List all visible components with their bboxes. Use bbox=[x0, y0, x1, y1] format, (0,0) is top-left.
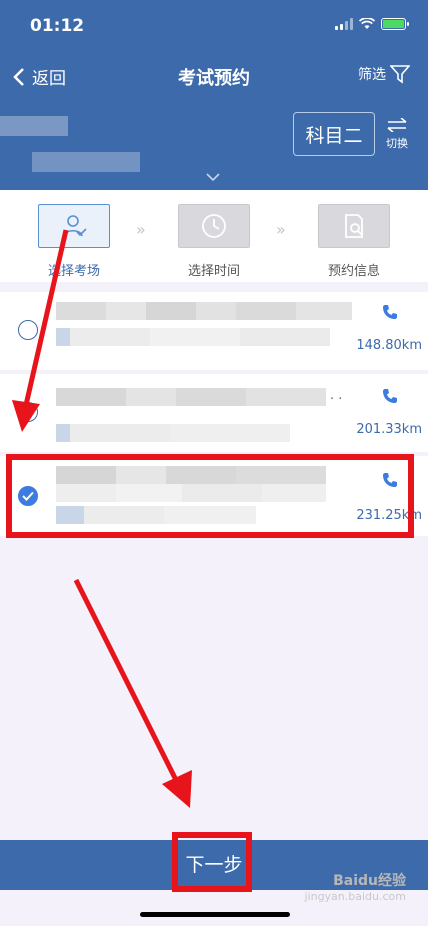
radio-button[interactable] bbox=[18, 402, 38, 422]
chevrons-icon: » bbox=[136, 220, 146, 239]
document-search-icon bbox=[345, 214, 363, 238]
step-select-time: 选择时间 bbox=[178, 204, 250, 279]
venue-distance: 148.80km bbox=[356, 338, 422, 353]
phone-icon[interactable] bbox=[382, 304, 398, 320]
step-label: 预约信息 bbox=[327, 264, 380, 279]
step-label: 选择考场 bbox=[47, 264, 100, 279]
switch-button[interactable]: 切换 bbox=[384, 117, 410, 151]
radio-button[interactable] bbox=[18, 320, 38, 340]
switch-label: 切换 bbox=[386, 137, 408, 150]
clock-icon bbox=[202, 214, 226, 238]
step-indicator: 选择考场 » 选择时间 » 预约信息 bbox=[0, 190, 428, 282]
blurred-user-name bbox=[0, 116, 68, 136]
venue-distance: 201.33km bbox=[356, 422, 422, 437]
status-bar: 01:12 bbox=[0, 0, 428, 54]
step-label: 选择时间 bbox=[187, 264, 240, 279]
signal-icon bbox=[335, 18, 353, 30]
chevrons-icon: » bbox=[276, 220, 286, 239]
wifi-icon bbox=[359, 18, 375, 29]
ellipsis-text: . . bbox=[330, 388, 343, 403]
filter-button[interactable]: 筛选 bbox=[358, 64, 410, 84]
phone-icon[interactable] bbox=[382, 388, 398, 404]
home-indicator bbox=[140, 912, 290, 917]
blurred-venue-address bbox=[56, 328, 330, 346]
nav-bar: 返回 考试预约 筛选 bbox=[0, 54, 428, 98]
venue-item-1[interactable]: 148.80km bbox=[0, 292, 428, 370]
blurred-venue-name bbox=[56, 302, 352, 320]
watermark-url: jingyan.baidu.com bbox=[304, 890, 406, 903]
filter-label: 筛选 bbox=[358, 67, 386, 83]
funnel-icon bbox=[390, 65, 410, 84]
highlight-box-selected-venue bbox=[6, 454, 414, 538]
subject-button[interactable]: 科目二 bbox=[293, 112, 375, 156]
status-icons bbox=[335, 18, 409, 30]
blurred-venue-address bbox=[56, 424, 290, 442]
blurred-user-id bbox=[32, 152, 140, 172]
highlight-box-next-button bbox=[172, 832, 252, 892]
venue-item-2[interactable]: . . 201.33km bbox=[0, 374, 428, 452]
swap-icon bbox=[387, 117, 407, 133]
step-select-venue[interactable]: 选择考场 bbox=[38, 204, 110, 279]
user-check-icon bbox=[63, 215, 87, 237]
watermark-brand: Baidu经验 bbox=[333, 873, 406, 889]
battery-icon bbox=[381, 18, 409, 30]
step-booking-info: 预约信息 bbox=[318, 204, 390, 279]
status-time: 01:12 bbox=[30, 16, 85, 36]
blurred-venue-name bbox=[56, 388, 326, 406]
chevron-down-icon[interactable] bbox=[205, 172, 221, 182]
